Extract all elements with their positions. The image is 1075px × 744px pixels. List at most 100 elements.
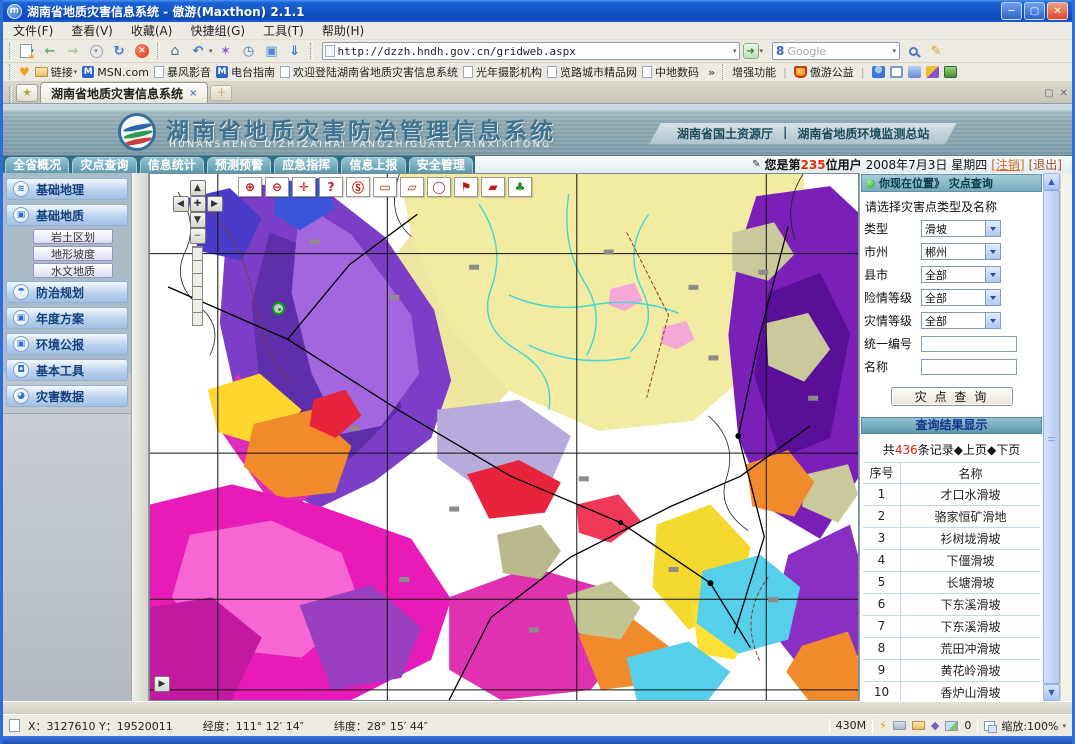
rect-select-tool[interactable] xyxy=(373,177,397,197)
maxthon-charity-link[interactable]: 傲游公益 xyxy=(794,64,854,80)
plugin-diamond-icon[interactable]: ◆ xyxy=(931,719,939,732)
sidebar-item-environment-bulletin[interactable]: 环境公报 xyxy=(6,333,128,355)
nav-tab-overview[interactable]: 全省概况 xyxy=(5,157,69,173)
pan-right-button[interactable] xyxy=(207,196,223,212)
nav-tab-disaster-query[interactable]: 灾点查询 xyxy=(72,157,136,173)
nav-tab-emergency[interactable]: 应急指挥 xyxy=(274,157,338,173)
link-item[interactable]: 中地数码 xyxy=(642,64,699,80)
sidebar-item-disaster-data[interactable]: 灾害数据 xyxy=(6,385,128,407)
sidebar-subitem-terrain-slope[interactable]: 地形坡度 xyxy=(33,246,113,261)
window-icon[interactable] xyxy=(890,66,903,78)
boost-icon[interactable]: ⚡ xyxy=(879,719,887,732)
history-button[interactable] xyxy=(239,41,259,61)
zoom-minus-button[interactable] xyxy=(190,228,206,244)
disaster-level-select[interactable]: 全部 xyxy=(921,312,1001,329)
back-button[interactable] xyxy=(40,41,60,61)
measure-tool[interactable] xyxy=(319,177,343,197)
menu-tools[interactable]: 工具(T) xyxy=(263,22,304,39)
history-dropdown-button[interactable] xyxy=(86,41,106,61)
address-bar[interactable]: http://dzzh.hndh.gov.cn/gridweb.aspx xyxy=(322,42,740,60)
zoom-slider[interactable] xyxy=(192,246,203,326)
undo-button[interactable] xyxy=(188,41,208,61)
tab-close-icon[interactable]: × xyxy=(189,88,197,99)
menu-file[interactable]: 文件(F) xyxy=(13,22,53,39)
link-item[interactable]: 览路城市精品网 xyxy=(547,64,637,80)
nav-tab-forecast[interactable]: 预测预警 xyxy=(207,157,271,173)
county-select[interactable]: 全部 xyxy=(921,266,1001,283)
nav-tab-report[interactable]: 信息上报 xyxy=(341,157,405,173)
table-row[interactable]: 9黄花岭滑坡 xyxy=(863,660,1040,682)
vertical-scrollbar[interactable] xyxy=(1043,173,1060,701)
restore-tab-icon[interactable] xyxy=(1044,88,1053,99)
link-item[interactable]: 欢迎登陆湖南省地质灾害信息系统 xyxy=(280,64,458,80)
pan-down-button[interactable] xyxy=(190,212,206,228)
link-msn[interactable]: MMSN.com xyxy=(82,66,149,79)
forward-button[interactable] xyxy=(63,41,83,61)
sidebar-subitem-hydrogeology[interactable]: 水文地质 xyxy=(33,263,113,278)
circle-select-tool[interactable] xyxy=(427,177,451,197)
pan-tool[interactable] xyxy=(292,177,316,197)
zoom-out-tool[interactable] xyxy=(265,177,289,197)
menu-favorites[interactable]: 收藏(A) xyxy=(131,22,173,39)
logout-link[interactable]: [注销] xyxy=(991,156,1024,173)
sidebar-item-base-geography[interactable]: 基础地理 xyxy=(6,178,128,200)
notes-icon[interactable] xyxy=(908,66,921,78)
type-select[interactable]: 滑坡 xyxy=(921,220,1001,237)
table-row[interactable]: 5长塘滑坡 xyxy=(863,572,1040,594)
resize-icon[interactable] xyxy=(984,721,995,731)
home-button[interactable] xyxy=(165,41,185,61)
sidebar-item-prevention-plan[interactable]: 防治规划 xyxy=(6,281,128,303)
scroll-up-arrow[interactable] xyxy=(1043,173,1060,190)
pan-up-button[interactable] xyxy=(190,180,206,196)
chevron-down-icon[interactable] xyxy=(985,244,1000,259)
table-row[interactable]: 3衫树垅滑坡 xyxy=(863,528,1040,550)
nav-tab-security[interactable]: 安全管理 xyxy=(409,157,473,173)
full-extent-button[interactable] xyxy=(190,196,206,212)
polygon-select-tool[interactable] xyxy=(400,177,424,197)
search-box[interactable]: 8 Google xyxy=(772,42,900,60)
table-row[interactable]: 2骆家恒矿滑地 xyxy=(863,506,1040,528)
map-viewport[interactable] xyxy=(149,173,859,701)
magic-fill-button[interactable] xyxy=(216,41,236,61)
zoom-level[interactable]: 缩放:100% xyxy=(1001,718,1058,734)
chevron-down-icon[interactable] xyxy=(985,290,1000,305)
enhance-features-link[interactable]: 增强功能 xyxy=(732,64,776,80)
prev-page-link[interactable]: ◆上页 xyxy=(954,443,987,457)
links-folder[interactable]: 链接 xyxy=(35,64,78,80)
search-placeholder[interactable]: Google xyxy=(787,45,891,58)
clear-selection-tool[interactable] xyxy=(346,177,370,197)
menu-groups[interactable]: 快捷组(G) xyxy=(190,22,245,39)
geo-environment-link[interactable]: 湖南省地质环境监测总站 xyxy=(797,125,929,142)
window-list-button[interactable] xyxy=(262,41,282,61)
mark-point-tool[interactable] xyxy=(454,177,478,197)
geological-map-image[interactable] xyxy=(150,174,858,700)
new-page-button[interactable] xyxy=(17,41,37,61)
table-row[interactable]: 8荒田冲滑坡 xyxy=(863,638,1040,660)
scroll-down-arrow[interactable] xyxy=(1043,684,1060,701)
uniform-id-input[interactable] xyxy=(921,336,1017,352)
close-tab-icon[interactable] xyxy=(1060,88,1068,99)
search-button[interactable] xyxy=(903,41,923,61)
pan-left-button[interactable] xyxy=(173,196,189,212)
url-text[interactable]: http://dzzh.hndh.gov.cn/gridweb.aspx xyxy=(338,45,732,58)
minimize-button[interactable] xyxy=(1001,2,1022,20)
zoom-dropdown-icon[interactable] xyxy=(1062,722,1066,730)
favorites-heart-icon[interactable] xyxy=(19,65,30,79)
go-dropdown-icon[interactable] xyxy=(760,47,764,55)
exit-link[interactable]: [退出] xyxy=(1029,156,1062,173)
highlight-button[interactable] xyxy=(926,41,946,61)
sidebar-subitem-rock-zoning[interactable]: 岩土区划 xyxy=(33,229,113,244)
table-row[interactable]: 1才口水滑坡 xyxy=(863,484,1040,506)
download-button[interactable] xyxy=(285,41,305,61)
disaster-query-button[interactable]: 灾 点 查 询 xyxy=(891,387,1013,406)
stop-button[interactable] xyxy=(132,41,152,61)
zoom-in-tool[interactable] xyxy=(238,177,262,197)
sidebar-item-base-geology[interactable]: 基础地质 xyxy=(6,204,128,226)
name-input[interactable] xyxy=(921,359,1017,375)
legend-tool[interactable] xyxy=(508,177,532,197)
link-item[interactable]: 光年摄影机构 xyxy=(463,64,542,80)
new-tab-button[interactable] xyxy=(210,85,232,101)
next-page-link[interactable]: ◆下页 xyxy=(987,443,1020,457)
refresh-button[interactable] xyxy=(109,41,129,61)
sidebar-item-basic-tools[interactable]: 基本工具 xyxy=(6,359,128,381)
